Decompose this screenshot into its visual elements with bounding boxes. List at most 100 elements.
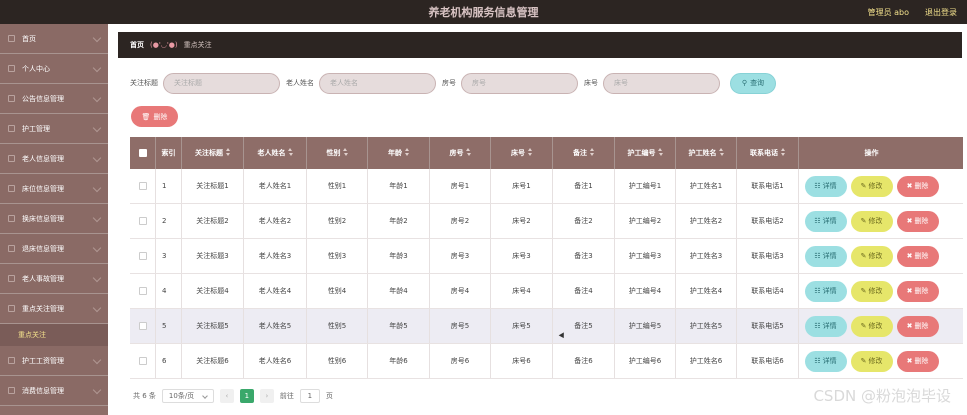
detail-button[interactable]: ☷ 详情 bbox=[804, 280, 847, 302]
edit-button[interactable]: ✎ 修改 bbox=[850, 315, 893, 337]
bed-input[interactable]: 床号 bbox=[603, 72, 720, 94]
row-select-cell bbox=[130, 344, 156, 378]
menu-icon bbox=[8, 95, 15, 102]
edit-button[interactable]: ✎ 修改 bbox=[850, 175, 893, 197]
cell-bed: 床号1 bbox=[491, 169, 553, 203]
cell-index: 6 bbox=[156, 344, 182, 378]
table-row[interactable]: 4 关注标题4 老人姓名4 性别4 年龄4 房号4 床号4 备注4 护工编号4 护工姓名4 联系电话… bbox=[130, 274, 963, 309]
row-select-cell bbox=[130, 274, 156, 308]
header-bed-label: 床号 bbox=[511, 149, 525, 157]
batch-delete-label: 删除 bbox=[153, 112, 168, 121]
detail-button[interactable]: ☷ 详情 bbox=[804, 210, 847, 232]
sidebar-item[interactable]: 公告信息管理 bbox=[0, 84, 108, 114]
cell-title: 关注标题6 bbox=[182, 344, 244, 378]
row-checkbox[interactable] bbox=[138, 357, 147, 365]
header-nurse-no[interactable]: 护工编号 bbox=[615, 137, 676, 169]
goto-page-input[interactable]: 1 bbox=[299, 389, 320, 403]
app-title: 养老机构服务信息管理 bbox=[428, 6, 539, 19]
trash-icon: ✖ bbox=[906, 217, 913, 225]
sidebar-item[interactable]: 退床信息管理 bbox=[0, 234, 108, 264]
edit-button[interactable]: ✎ 修改 bbox=[850, 210, 893, 232]
edit-button-label: 修改 bbox=[868, 252, 883, 260]
header-gender[interactable]: 性别 bbox=[307, 137, 368, 169]
sidebar-item[interactable]: 消费信息管理 bbox=[0, 376, 108, 406]
cell-nurse-no: 护工编号4 bbox=[615, 274, 676, 308]
detail-icon: ☷ bbox=[814, 287, 821, 295]
trash-icon: ✖ bbox=[906, 252, 913, 260]
name-input[interactable]: 老人姓名 bbox=[319, 72, 436, 94]
logout-link[interactable]: 退出登录 bbox=[925, 7, 957, 18]
header-title[interactable]: 关注标题 bbox=[182, 137, 244, 169]
cell-gender: 性别1 bbox=[307, 169, 368, 203]
edit-button[interactable]: ✎ 修改 bbox=[850, 245, 893, 267]
header-age-label: 年龄 bbox=[388, 149, 402, 157]
title-input[interactable]: 关注标题 bbox=[163, 72, 280, 94]
row-actions: ☷ 详情 ✎ 修改 ✖ 删除 bbox=[799, 274, 944, 308]
edit-button[interactable]: ✎ 修改 bbox=[850, 280, 893, 302]
cell-index: 2 bbox=[156, 204, 182, 238]
table-row[interactable]: 6 关注标题6 老人姓名6 性别6 年龄6 房号6 床号6 备注6 护工编号6 护工姓名6 联系电话… bbox=[130, 344, 963, 379]
header-room-label: 房号 bbox=[449, 149, 464, 157]
batch-delete-button[interactable]: 🗑 删除 bbox=[131, 106, 178, 127]
next-page-button[interactable]: › bbox=[259, 389, 274, 403]
header-bed[interactable]: 床号 bbox=[491, 137, 553, 169]
delete-button[interactable]: ✖ 删除 bbox=[896, 210, 939, 232]
page-number-current[interactable]: 1 bbox=[239, 389, 254, 403]
sort-icon bbox=[719, 147, 724, 156]
cell-nurse-no: 护工编号6 bbox=[615, 344, 676, 378]
breadcrumb-home[interactable]: 首页 bbox=[130, 40, 144, 50]
sidebar-item[interactable]: 首页 bbox=[0, 24, 108, 54]
delete-button[interactable]: ✖ 删除 bbox=[896, 175, 939, 197]
row-checkbox[interactable] bbox=[138, 252, 147, 260]
row-checkbox[interactable] bbox=[138, 182, 147, 190]
sidebar-item[interactable]: 老人信息管理 bbox=[0, 144, 108, 174]
sidebar-item[interactable]: 护工管理 bbox=[0, 114, 108, 144]
table-row[interactable]: 5 关注标题5 老人姓名5 性别5 年龄5 房号5 床号5 备注5 护工编号5 护工姓名5 联系电话… bbox=[130, 309, 963, 344]
sidebar-item[interactable]: 老人事故管理 bbox=[0, 264, 108, 294]
detail-button[interactable]: ☷ 详情 bbox=[804, 245, 847, 267]
row-select-cell bbox=[130, 169, 156, 203]
prev-page-button[interactable]: ‹ bbox=[219, 389, 234, 403]
sidebar-item-label: 重点关注管理 bbox=[22, 304, 64, 313]
query-button[interactable]: ⚲ 查询 bbox=[730, 72, 776, 94]
delete-button[interactable]: ✖ 删除 bbox=[896, 245, 939, 267]
breadcrumb-emote: (●'◡'●) bbox=[150, 41, 178, 49]
sidebar-item[interactable]: 换床信息管理 bbox=[0, 204, 108, 234]
sidebar-item[interactable]: 个人中心 bbox=[0, 54, 108, 84]
edit-button-label: 修改 bbox=[868, 357, 883, 365]
select-all-checkbox[interactable] bbox=[138, 149, 147, 157]
delete-button[interactable]: ✖ 删除 bbox=[896, 315, 939, 337]
header-note[interactable]: 备注 bbox=[553, 137, 615, 169]
header-name[interactable]: 老人姓名 bbox=[244, 137, 307, 169]
sidebar-item[interactable]: 床位信息管理 bbox=[0, 174, 108, 204]
delete-button-label: 删除 bbox=[914, 217, 929, 225]
cell-gender: 性别2 bbox=[307, 204, 368, 238]
sidebar-item[interactable]: 重点关注管理 bbox=[0, 294, 108, 324]
delete-button[interactable]: ✖ 删除 bbox=[896, 350, 939, 372]
sidebar-subitem-active[interactable]: 重点关注 bbox=[0, 324, 108, 346]
edit-button[interactable]: ✎ 修改 bbox=[850, 350, 893, 372]
detail-button-label: 详情 bbox=[822, 357, 837, 365]
table-row[interactable]: 3 关注标题3 老人姓名3 性别3 年龄3 房号3 床号3 备注3 护工编号3 护工姓名3 联系电话… bbox=[130, 239, 963, 274]
header-nurse-name[interactable]: 护工姓名 bbox=[676, 137, 737, 169]
table-row[interactable]: 1 关注标题1 老人姓名1 性别1 年龄1 房号1 床号1 备注1 护工编号1 护工姓名1 联系电话… bbox=[130, 169, 963, 204]
row-checkbox[interactable] bbox=[138, 322, 147, 330]
row-checkbox[interactable] bbox=[138, 217, 147, 225]
header-ops: 操作 bbox=[799, 137, 944, 169]
header-ops-label: 操作 bbox=[864, 149, 879, 157]
detail-button[interactable]: ☷ 详情 bbox=[804, 175, 847, 197]
table-row[interactable]: 2 关注标题2 老人姓名2 性别2 年龄2 房号2 床号2 备注2 护工编号2 护工姓名2 联系电话… bbox=[130, 204, 963, 239]
menu-icon bbox=[8, 357, 15, 364]
room-input[interactable]: 房号 bbox=[461, 72, 578, 94]
delete-button[interactable]: ✖ 删除 bbox=[896, 280, 939, 302]
row-checkbox[interactable] bbox=[138, 287, 147, 295]
detail-button[interactable]: ☷ 详情 bbox=[804, 315, 847, 337]
sidebar-item[interactable]: 护工工资管理 bbox=[0, 346, 108, 376]
page-size-select[interactable]: 10条/页 bbox=[161, 389, 214, 403]
header-room[interactable]: 房号 bbox=[430, 137, 491, 169]
detail-button[interactable]: ☷ 详情 bbox=[804, 350, 847, 372]
header-phone[interactable]: 联系电话 bbox=[737, 137, 799, 169]
title-label: 关注标题 bbox=[130, 79, 158, 87]
cell-bed: 床号4 bbox=[491, 274, 553, 308]
header-age[interactable]: 年龄 bbox=[368, 137, 430, 169]
